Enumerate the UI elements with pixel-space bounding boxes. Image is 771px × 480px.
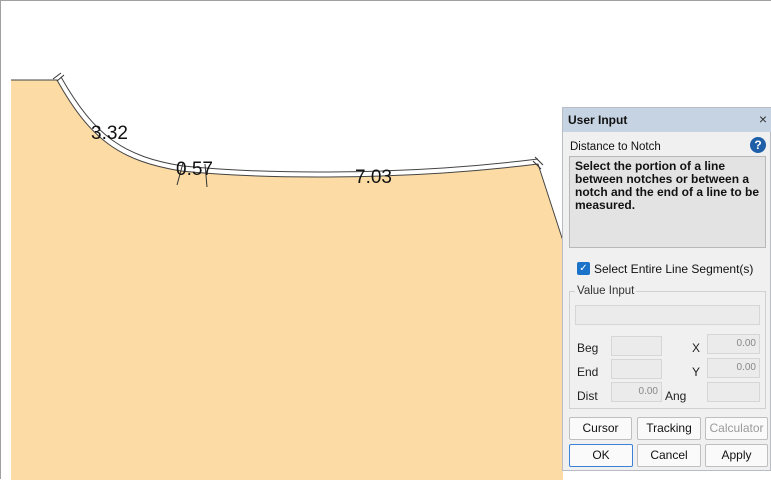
help-icon[interactable]: ? [750,137,766,153]
y-field[interactable]: 0.00 [707,358,760,378]
cursor-button[interactable]: Cursor [569,417,632,440]
user-input-dialog: User Input × Distance to Notch ? Select … [562,107,771,471]
end-field[interactable] [611,359,662,379]
dimension-label-3: 7.03 [355,167,392,188]
ang-label: Ang [665,389,687,403]
x-label: X [692,341,701,355]
value-input-group: Value Input Beg X 0.00 End Y 0.00 Dist 0… [569,285,766,409]
select-entire-segment-label: Select Entire Line Segment(s) [594,262,754,276]
ang-field[interactable] [707,382,760,402]
y-label: Y [692,365,701,379]
dist-label: Dist [577,389,598,403]
apply-button[interactable]: Apply [705,444,768,467]
beg-label: Beg [577,341,599,355]
end-label: End [577,365,599,379]
dimension-label-2: 0.57 [176,159,213,180]
value-input-legend: Value Input [575,285,637,297]
dialog-titlebar[interactable]: User Input × [563,108,771,132]
checkmark-icon[interactable]: ✓ [577,262,590,275]
dialog-title: User Input [568,113,628,127]
x-field[interactable]: 0.00 [707,334,760,354]
tracking-button[interactable]: Tracking [637,417,701,440]
dimension-label-1: 3.32 [91,123,128,144]
beg-field[interactable] [611,336,662,356]
calculator-button[interactable]: Calculator [705,417,768,440]
dist-field[interactable]: 0.00 [611,382,662,402]
ok-button[interactable]: OK [569,444,633,467]
mode-label: Distance to Notch [570,141,661,153]
value-input-field[interactable] [575,305,760,325]
cancel-button[interactable]: Cancel [637,444,701,467]
close-icon[interactable]: × [756,111,770,127]
instruction-text: Select the portion of a line between not… [569,156,766,248]
